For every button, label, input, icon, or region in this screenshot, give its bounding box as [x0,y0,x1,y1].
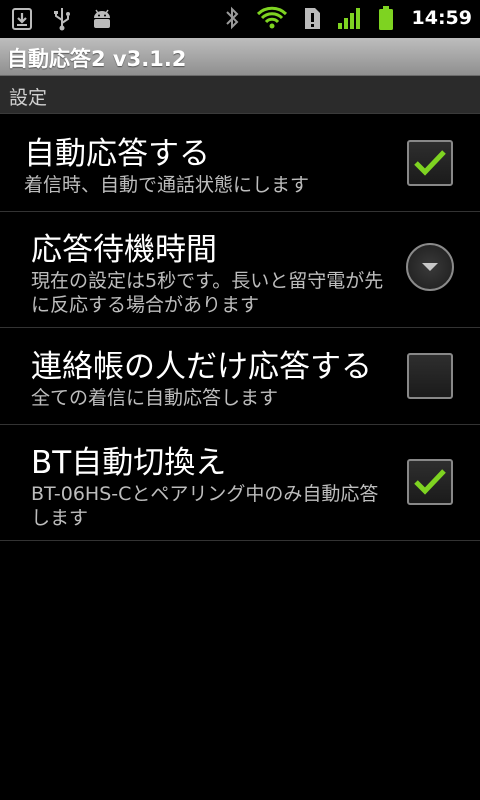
usb-icon [50,5,74,33]
pref-auto-answer[interactable]: 自動応答する 着信時、自動で通話状態にします [0,114,480,212]
pref-title: BT自動切換え [31,445,227,481]
pref-summary: 現在の設定は5秒です。長いと留守電が先に反応する場合があります [31,270,384,316]
clock: 14:59 [411,7,472,29]
pref-bt-auto-switch[interactable]: BT自動切換え BT-06HS-Cとペアリング中のみ自動応答します [0,425,480,541]
chevron-down-icon [422,263,438,271]
bt-auto-switch-checkbox[interactable] [407,459,453,505]
category-header: 設定 [0,76,480,114]
checkmark-icon [414,150,446,176]
pref-title: 応答待機時間 [31,232,217,268]
wifi-icon [256,4,288,32]
alert-icon [300,4,324,32]
android-debug-icon [90,5,114,33]
pref-contacts-only[interactable]: 連絡帳の人だけ応答する 全ての着信に自動応答します [0,328,480,425]
contacts-only-checkbox[interactable] [407,353,453,399]
app-title: 自動応答2 v3.1.2 [7,47,187,71]
checkmark-icon [414,469,446,495]
bluetooth-icon [220,4,244,32]
category-label: 設定 [9,87,48,109]
pref-title: 自動応答する [24,136,210,172]
download-icon [10,5,34,33]
auto-answer-checkbox[interactable] [407,140,453,186]
wait-time-dropdown[interactable] [406,243,454,291]
pref-answer-wait-time[interactable]: 応答待機時間 現在の設定は5秒です。長いと留守電が先に反応する場合があります [0,212,480,328]
status-bar: 14:59 [0,0,480,38]
pref-summary: 着信時、自動で通話状態にします [24,174,310,196]
title-bar: 自動応答2 v3.1.2 [0,38,480,76]
battery-icon [376,4,396,32]
pref-summary: BT-06HS-Cとペアリング中のみ自動応答します [31,483,379,529]
pref-summary: 全ての着信に自動応答します [31,387,279,409]
pref-title: 連絡帳の人だけ応答する [31,349,372,385]
signal-icon [336,4,364,32]
